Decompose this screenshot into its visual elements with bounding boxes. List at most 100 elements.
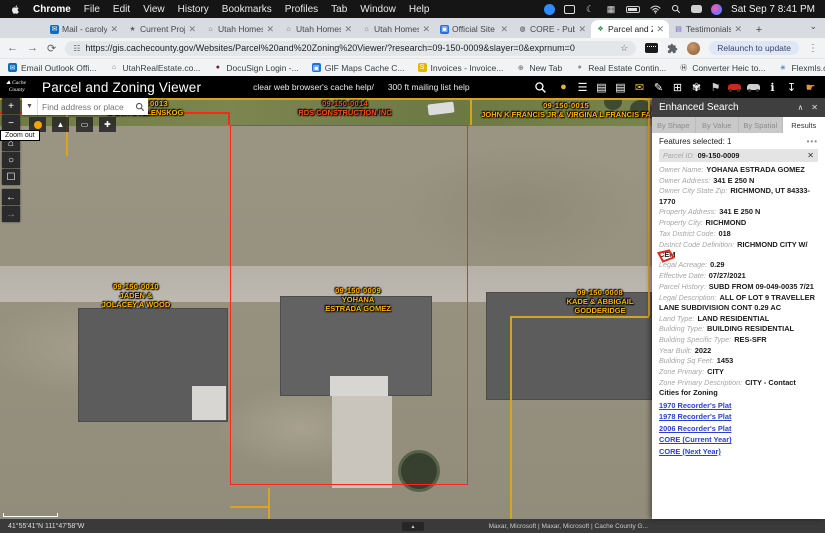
keyboard-icon[interactable]: ▦ — [605, 3, 617, 15]
menu-item-bookmarks[interactable]: Bookmarks — [222, 4, 272, 15]
clear-cache-help-link[interactable]: clear web browser's cache help/ — [253, 82, 374, 92]
layers-icon[interactable]: ▤ — [612, 79, 629, 96]
tab-2[interactable]: ⌂Utah Homes For✕ — [201, 20, 279, 38]
imagery-tool-button[interactable]: ▲ — [52, 117, 69, 132]
layers-icon[interactable]: ▤ — [593, 79, 610, 96]
bookmark-7[interactable]: ⒽConverter Heic to... — [679, 63, 765, 73]
extensions-puzzle-icon[interactable] — [667, 43, 678, 54]
control-center-icon[interactable] — [691, 5, 702, 13]
tab-1[interactable]: ★Current Projects✕ — [123, 20, 201, 38]
menu-item-help[interactable]: Help — [409, 4, 430, 15]
overview-tool-button[interactable]: ▭ — [76, 117, 93, 132]
tab-close-icon[interactable]: ✕ — [188, 24, 196, 35]
panel-tab-results[interactable]: Results — [783, 117, 825, 133]
tab-search-icon[interactable]: ⌄ — [809, 21, 817, 32]
mailing-list-help-link[interactable]: 300 ft mailing list help — [388, 82, 470, 92]
plat-link-4[interactable]: CORE (Next Year) — [659, 447, 818, 456]
menu-clock[interactable]: Sat Sep 7 8:41 PM — [731, 4, 815, 15]
bookmark-0[interactable]: ✉Email Outlook Offi... — [8, 63, 96, 73]
panel-close-icon[interactable]: ✕ — [811, 103, 818, 112]
map-search-box[interactable]: ▼ — [22, 98, 148, 115]
streetview-tool-button[interactable]: ✚ — [99, 117, 116, 132]
wifi-icon[interactable] — [649, 3, 661, 15]
profile-avatar[interactable] — [687, 42, 700, 55]
measure-icon[interactable]: ✎ — [650, 79, 667, 96]
extension-keyboard-icon[interactable] — [645, 43, 658, 53]
address-bar[interactable]: ☷ https://gis.cachecounty.gov/Websites/P… — [65, 41, 636, 56]
screen-mirror-icon[interactable] — [564, 5, 575, 14]
menu-item-tab[interactable]: Tab — [331, 4, 347, 15]
basemap-grid-icon[interactable]: ⊞ — [669, 79, 686, 96]
tab-4[interactable]: ⌂Utah Homes For✕ — [357, 20, 435, 38]
tab-5[interactable]: ▣Official Site of Ca✕ — [435, 20, 513, 38]
result-parcel-row[interactable]: Parcel ID: 09-150-0009 ✕ — [659, 149, 818, 162]
plat-link-1[interactable]: 1978 Recorder's Plat — [659, 412, 818, 421]
forward-icon[interactable]: → — [27, 42, 38, 54]
legend-icon[interactable]: ☰ — [574, 79, 591, 96]
search-magnifier-icon[interactable] — [132, 102, 148, 112]
bookmark-3[interactable]: ▣GIF Maps Cache C... — [312, 63, 405, 73]
menu-item-chrome[interactable]: Chrome — [33, 4, 71, 15]
plat-link-3[interactable]: CORE (Current Year) — [659, 435, 818, 444]
mail-icon[interactable]: ✉ — [631, 79, 648, 96]
apple-logo-icon[interactable] — [10, 4, 21, 15]
reload-icon[interactable]: ⟳ — [47, 42, 56, 55]
coin-icon[interactable]: ● — [555, 79, 572, 96]
bookmark-6[interactable]: ●Real Estate Contin... — [575, 63, 666, 73]
forward-button[interactable]: → — [2, 206, 20, 222]
new-tab-button[interactable]: + — [751, 22, 767, 38]
site-settings-icon[interactable]: ☷ — [73, 44, 80, 53]
tab-close-icon[interactable]: ✕ — [422, 24, 430, 35]
results-menu-icon[interactable]: ••• — [807, 137, 818, 146]
tab-close-icon[interactable]: ✕ — [344, 24, 352, 35]
bookmark-5[interactable]: ⊕New Tab — [516, 63, 562, 73]
car-icon[interactable] — [726, 79, 743, 96]
extent-button[interactable]: ☐ — [2, 169, 20, 185]
tab-0[interactable]: ✉Mail - carolyn ko✕ — [45, 20, 123, 38]
tab-close-icon[interactable]: ✕ — [266, 24, 274, 35]
tab-7[interactable]: ❖Parcel and Zonin✕ — [591, 20, 669, 38]
bookmark-2[interactable]: ●DocuSign Login -... — [213, 63, 298, 73]
menu-item-profiles[interactable]: Profiles — [285, 4, 318, 15]
tab-3[interactable]: ⌂Utah Homes For✕ — [279, 20, 357, 38]
relaunch-to-update-button[interactable]: Relaunch to update — [709, 41, 799, 55]
panel-collapse-icon[interactable]: ∧ — [797, 103, 803, 112]
plat-link-2[interactable]: 2006 Recorder's Plat — [659, 424, 818, 433]
plat-link-0[interactable]: 1970 Recorder's Plat — [659, 401, 818, 410]
info-icon[interactable]: ℹ — [764, 79, 781, 96]
locate-button[interactable]: ○ — [2, 152, 20, 168]
url-text[interactable]: https://gis.cachecounty.gov/Websites/Par… — [85, 43, 615, 53]
zoom-out-button[interactable]: − — [2, 115, 20, 131]
printer-icon[interactable] — [745, 79, 762, 96]
battery-icon[interactable] — [626, 6, 640, 13]
dnd-moon-icon[interactable]: ☾ — [584, 3, 596, 15]
flag-icon[interactable]: ⚑ — [707, 79, 724, 96]
siri-icon[interactable] — [711, 4, 722, 15]
panel-tab-by-shape[interactable]: By Shape — [652, 117, 696, 133]
menu-item-history[interactable]: History — [178, 4, 209, 15]
tab-close-icon[interactable]: ✕ — [500, 24, 508, 35]
panel-tab-by-value[interactable]: By Value — [696, 117, 740, 133]
tab-close-icon[interactable]: ✕ — [110, 24, 118, 35]
bookmark-4[interactable]: SInvoices - Invoice... — [418, 63, 504, 73]
panel-tab-by-spatial[interactable]: By Spatial — [739, 117, 783, 133]
palette-icon[interactable]: ✾ — [688, 79, 705, 96]
bookmark-star-icon[interactable]: ☆ — [620, 43, 628, 54]
search-icon[interactable] — [534, 81, 547, 94]
remove-result-icon[interactable]: ✕ — [807, 151, 814, 160]
menu-item-window[interactable]: Window — [360, 4, 396, 15]
menu-item-view[interactable]: View — [143, 4, 165, 15]
tab-close-icon[interactable]: ✕ — [578, 24, 586, 35]
search-dropdown-icon[interactable]: ▼ — [22, 98, 38, 115]
chrome-menu-icon[interactable]: ⋮ — [808, 43, 818, 54]
menu-item-file[interactable]: File — [84, 4, 100, 15]
tab-6[interactable]: ◍CORE - Public Se✕ — [513, 20, 591, 38]
spotlight-icon[interactable] — [670, 3, 682, 15]
menu-item-edit[interactable]: Edit — [113, 4, 130, 15]
tab-close-icon[interactable]: ✕ — [734, 24, 742, 35]
attribution-toggle[interactable]: ▲ — [402, 522, 424, 531]
download-icon[interactable]: ↧ — [783, 79, 800, 96]
back-icon[interactable]: ← — [7, 42, 18, 54]
bookmark-1[interactable]: ⌂UtahRealEstate.co... — [109, 63, 200, 73]
tab-8[interactable]: ▤Testimonials — L✕ — [669, 20, 747, 38]
